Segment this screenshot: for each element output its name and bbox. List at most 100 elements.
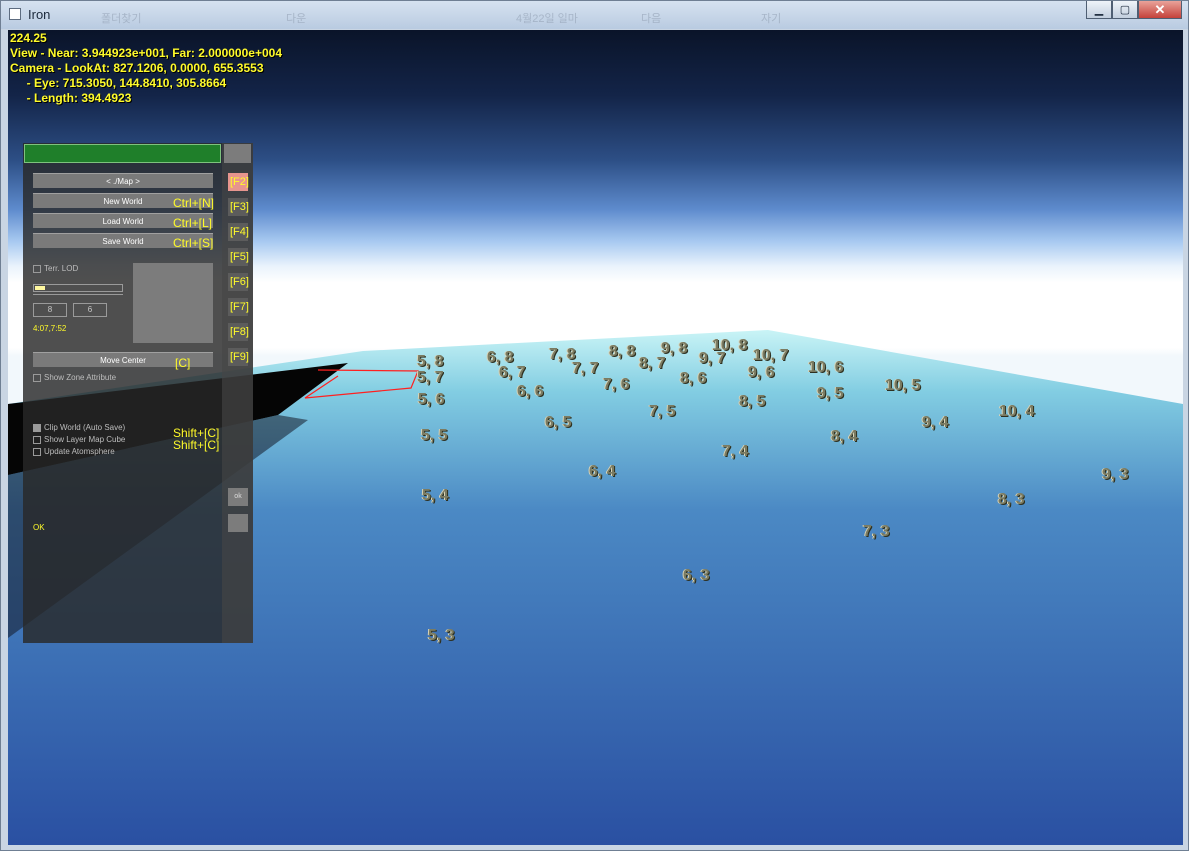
fkey-label: [F3]	[230, 201, 249, 213]
grid-label: 6, 5	[545, 414, 572, 431]
grid-label: 7, 7	[572, 360, 599, 377]
grid-label: 6, 4	[589, 463, 616, 480]
grid-label: 9, 3	[1102, 466, 1129, 483]
grid-label: 8, 5	[739, 393, 766, 410]
panel-header-bar[interactable]	[24, 144, 221, 163]
camera-readout: Camera - LookAt: 827.1206, 0.0000, 655.3…	[10, 61, 264, 75]
update-atmosphere-label: Update Atomsphere	[44, 447, 115, 456]
fkey-f7-button[interactable]: [F7]	[228, 298, 249, 316]
map-preview[interactable]	[133, 263, 213, 343]
grid-label: 7, 5	[649, 403, 676, 420]
terr-lod-checkbox[interactable]: Terr. LOD	[33, 264, 78, 274]
maximize-button[interactable]: ▢	[1112, 1, 1138, 19]
length-readout: - Length: 394.4923	[10, 91, 132, 105]
panel-corner-button[interactable]	[224, 144, 251, 163]
fkey-label: [F5]	[230, 251, 249, 263]
checkbox-icon	[33, 447, 41, 456]
fkey-f8-button[interactable]: [F8]	[228, 323, 249, 341]
background-ghost-text: 자기	[761, 13, 782, 25]
eye-readout: - Eye: 715.3050, 144.8410, 305.8664	[10, 76, 227, 90]
update-atmosphere-checkbox[interactable]: Update Atomsphere	[33, 447, 115, 457]
fps-readout: 224.25	[10, 31, 47, 45]
grid-label: 5, 7	[417, 369, 444, 386]
terr-lod-label: Terr. LOD	[44, 264, 79, 273]
function-key-strip	[222, 143, 253, 643]
3d-viewport[interactable]: 224.25 View - Near: 3.944923e+001, Far: 2…	[8, 30, 1183, 845]
checkbox-checked-icon	[33, 423, 41, 432]
show-zone-attr-label: Show Zone Attribute	[44, 373, 117, 382]
grid-label: 6, 7	[499, 364, 526, 381]
lod-slider-fill	[35, 286, 45, 290]
load-world-shortcut: Ctrl+[L]	[173, 216, 213, 230]
fkey-label: [F7]	[230, 301, 249, 313]
checkbox-icon	[33, 373, 41, 382]
fkey-f6-button[interactable]: [F6]	[228, 273, 249, 291]
grid-label: 7, 6	[603, 376, 630, 393]
grid-label: 9, 5	[817, 385, 844, 402]
map-path-button[interactable]: < ./Map >	[33, 173, 213, 188]
grid-label: 6, 6	[517, 383, 544, 400]
grid-label: 5, 6	[418, 391, 445, 408]
grid-label: 5, 4	[422, 487, 449, 504]
panel-small-button[interactable]: ok	[228, 488, 248, 506]
checkbox-icon	[33, 435, 41, 444]
fkey-f4-button[interactable]: [F4]	[228, 223, 249, 241]
fkey-label: [F9]	[230, 351, 249, 363]
grid-label: 8, 7	[639, 355, 666, 372]
grid-label: 10, 7	[753, 347, 789, 364]
slider-track-line	[33, 294, 123, 295]
grid-label: 7, 3	[863, 523, 890, 540]
checkbox-icon	[33, 264, 41, 273]
coords-readout: 4:07,7:52	[33, 324, 67, 333]
show-layer-cube-label: Show Layer Map Cube	[44, 435, 126, 444]
fkey-label: [F2]	[230, 176, 249, 188]
grid-x-input[interactable]: 8	[33, 303, 67, 317]
grid-label: 10, 6	[808, 359, 844, 376]
save-world-shortcut: Ctrl+[S]	[173, 236, 214, 250]
fkey-f5-button[interactable]: [F5]	[228, 248, 249, 266]
clip-world-label: Clip World (Auto Save)	[44, 423, 126, 432]
grid-y-input[interactable]: 6	[73, 303, 107, 317]
fkey-label: [F8]	[230, 326, 249, 338]
show-zone-attr-checkbox[interactable]: Show Zone Attribute	[33, 373, 116, 383]
debug-hud: 224.25 View - Near: 3.944923e+001, Far: 2…	[10, 31, 282, 106]
minimize-button[interactable]: ▁	[1086, 1, 1112, 19]
application-window: Iron 폴더찾기 다운 4월22일 일마 다음 자기 ▁ ▢ ✕ 224.25…	[0, 0, 1189, 851]
grid-label: 8, 8	[609, 343, 636, 360]
show-layer-cube-checkbox[interactable]: Show Layer Map Cube	[33, 435, 125, 445]
grid-label: 8, 6	[680, 370, 707, 387]
grid-label: 10, 5	[885, 377, 921, 394]
fkey-label: [F4]	[230, 226, 249, 238]
world-editor-panel: < ./Map > New World Load World Save Worl…	[23, 143, 253, 643]
status-text: OK	[33, 523, 45, 532]
app-icon	[9, 8, 21, 20]
view-readout: View - Near: 3.944923e+001, Far: 2.00000…	[10, 46, 282, 60]
fkey-label: [F6]	[230, 276, 249, 288]
grid-label: 10, 4	[999, 403, 1035, 420]
title-bar[interactable]: Iron 폴더찾기 다운 4월22일 일마 다음 자기 ▁ ▢ ✕	[1, 1, 1188, 29]
new-world-shortcut: Ctrl+[N]	[173, 196, 215, 210]
grid-label: 8, 4	[831, 428, 858, 445]
clip-world-checkbox[interactable]: Clip World (Auto Save)	[33, 423, 125, 433]
fkey-f2-button[interactable]: [F2]	[228, 173, 249, 191]
close-button[interactable]: ✕	[1138, 1, 1182, 19]
lod-slider[interactable]	[33, 284, 123, 292]
window-title: Iron	[28, 7, 51, 22]
background-ghost-text: 폴더찾기	[101, 13, 142, 25]
layer-cube-shortcut: Shift+[C]	[173, 438, 220, 452]
grid-label: 9, 4	[922, 414, 949, 431]
fkey-f3-button[interactable]: [F3]	[228, 198, 249, 216]
grid-label: 5, 3	[428, 627, 455, 644]
grid-label: 7, 4	[722, 443, 749, 460]
background-ghost-text: 4월22일 일마	[516, 13, 578, 25]
grid-label: 8, 3	[998, 491, 1025, 508]
panel-blank-button[interactable]	[228, 514, 248, 532]
move-center-shortcut: [C]	[175, 356, 191, 370]
grid-label: 9, 7	[699, 350, 726, 367]
grid-label: 6, 3	[683, 567, 710, 584]
grid-label: 5, 5	[421, 427, 448, 444]
background-ghost-text: 다운	[286, 13, 307, 25]
fkey-f9-button[interactable]: [F9]	[228, 348, 249, 366]
grid-label: 9, 6	[748, 364, 775, 381]
background-ghost-text: 다음	[641, 13, 662, 25]
